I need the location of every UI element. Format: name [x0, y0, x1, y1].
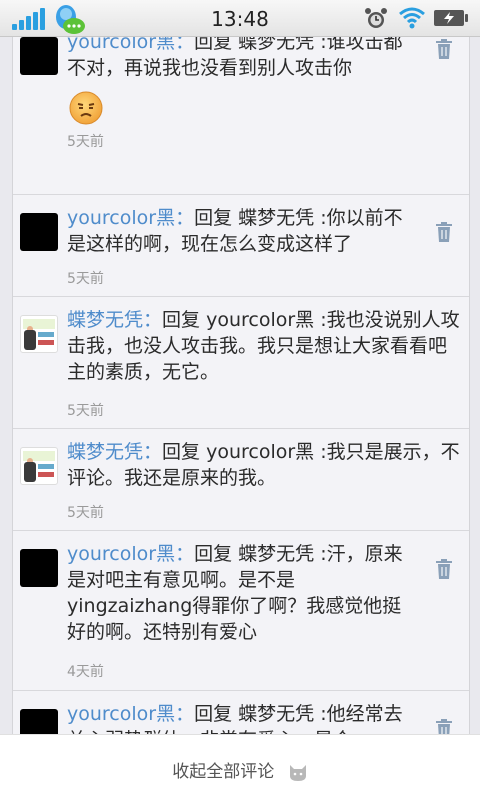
comment-time: 5天前 — [67, 505, 104, 521]
reply-target: 蝶梦无凭 — [238, 207, 315, 229]
comment-text: 蝶梦无凭：回复 yourcolor黑 :我也没说别人攻击我，也没人攻击我。我只是… — [67, 309, 460, 383]
comment-text: 蝶梦无凭：回复 yourcolor黑 :我只是展示，不评论。我还是原来的我。 — [67, 441, 460, 489]
user-avatar[interactable] — [20, 549, 58, 587]
author-separator: ： — [175, 703, 195, 725]
status-bar: 13:48 — [0, 0, 480, 37]
comment-author[interactable]: yourcolor黑 — [67, 703, 175, 725]
comment-text: yourcolor黑：回复 蝶梦无凭 :他经常去关心弱势群体，非常有爱心。是个 — [67, 701, 419, 734]
user-avatar[interactable] — [20, 709, 58, 734]
wifi-icon — [399, 7, 425, 29]
reply-prefix: 回复 — [162, 441, 201, 463]
battery-icon — [434, 10, 468, 26]
delete-icon[interactable] — [434, 558, 454, 580]
reply-target: yourcolor黑 — [206, 309, 315, 331]
delete-icon[interactable] — [434, 221, 454, 243]
comment-author[interactable]: 蝶梦无凭 — [67, 441, 143, 463]
comment-text: yourcolor黑：回复 蝶梦无凭 :你以前不是这样的啊，现在怎么变成这样了 — [67, 207, 403, 255]
comment-time: 5天前 — [67, 271, 104, 287]
author-separator: ： — [143, 441, 163, 463]
user-avatar[interactable] — [20, 315, 58, 353]
reply-target: 蝶梦无凭 — [238, 703, 315, 725]
user-avatar[interactable] — [20, 447, 58, 485]
comment-time: 4天前 — [67, 664, 104, 680]
delete-icon[interactable] — [434, 38, 454, 60]
reply-target: 蝶梦无凭 — [238, 543, 315, 565]
comment-time: 5天前 — [67, 134, 104, 150]
comment-list: yourcolor黑：回复 蝶梦无凭 :谁攻击都不对，再说我也没看到别人攻击你 … — [12, 37, 470, 734]
delete-icon[interactable] — [434, 718, 454, 734]
reply-prefix: 回复 — [194, 37, 233, 53]
author-separator: ： — [175, 543, 195, 565]
reply-prefix: 回复 — [162, 309, 201, 331]
comment-author[interactable]: yourcolor黑 — [67, 37, 175, 53]
collapse-label: 收起全部评论 — [172, 762, 275, 782]
user-avatar[interactable] — [20, 213, 58, 251]
comment-item: yourcolor黑：回复 蝶梦无凭 :谁攻击都不对，再说我也没看到别人攻击你 … — [13, 37, 469, 195]
reply-prefix: 回复 — [194, 207, 233, 229]
cat-icon — [289, 765, 306, 781]
comment-item: yourcolor黑：回复 蝶梦无凭 :他经常去关心弱势群体，非常有爱心。是个 — [13, 691, 469, 734]
comment-time: 5天前 — [67, 403, 104, 419]
reply-target: yourcolor黑 — [206, 441, 315, 463]
collapse-all-comments-button[interactable]: 收起全部评论 — [0, 757, 480, 782]
reply-target: 蝶梦无凭 — [238, 37, 315, 53]
comment-item: 蝶梦无凭：回复 yourcolor黑 :我只是展示，不评论。我还是原来的我。 5… — [13, 429, 469, 531]
alarm-icon — [365, 8, 387, 28]
comment-list-viewport[interactable]: yourcolor黑：回复 蝶梦无凭 :谁攻击都不对，再说我也没看到别人攻击你 … — [0, 37, 480, 734]
comment-item: yourcolor黑：回复 蝶梦无凭 :汗，原来是对吧主有意见啊。是不是ying… — [13, 531, 469, 691]
frown-emoji-icon — [69, 91, 103, 125]
reply-prefix: 回复 — [194, 543, 233, 565]
comment-text: yourcolor黑：回复 蝶梦无凭 :汗，原来是对吧主有意见啊。是不是ying… — [67, 543, 403, 643]
user-avatar[interactable] — [20, 37, 58, 75]
comment-author[interactable]: 蝶梦无凭 — [67, 309, 143, 331]
author-separator: ： — [175, 207, 195, 229]
author-separator: ： — [143, 309, 163, 331]
reply-prefix: 回复 — [194, 703, 233, 725]
comment-author[interactable]: yourcolor黑 — [67, 207, 175, 229]
author-separator: ： — [175, 37, 195, 53]
comment-text: yourcolor黑：回复 蝶梦无凭 :谁攻击都不对，再说我也没看到别人攻击你 — [67, 37, 419, 81]
comment-item: yourcolor黑：回复 蝶梦无凭 :你以前不是这样的啊，现在怎么变成这样了 … — [13, 195, 469, 297]
comment-item: 蝶梦无凭：回复 yourcolor黑 :我也没说别人攻击我，也没人攻击我。我只是… — [13, 297, 469, 429]
footer-bar: 收起全部评论 — [0, 734, 480, 801]
comment-author[interactable]: yourcolor黑 — [67, 543, 175, 565]
